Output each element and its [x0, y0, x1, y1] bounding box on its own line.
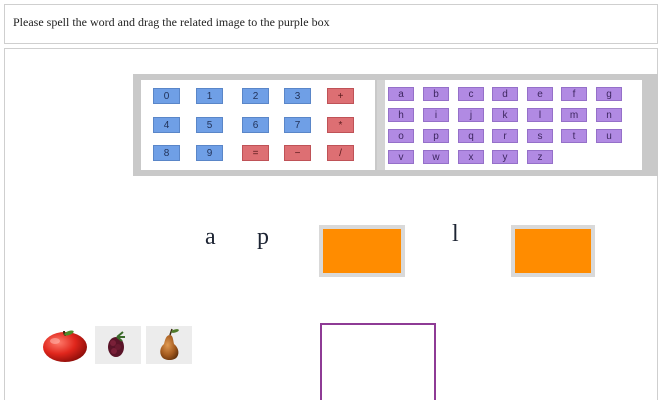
key-minus[interactable]: −: [284, 145, 311, 161]
key-multiply[interactable]: *: [327, 117, 354, 133]
key-e[interactable]: e: [527, 87, 553, 101]
instruction-text: Please spell the word and drag the relat…: [13, 15, 330, 29]
key-8[interactable]: 8: [153, 145, 180, 161]
letter-keypad: a b c d e f g h i j k l m n o p q r s t …: [377, 80, 642, 170]
key-l[interactable]: l: [527, 108, 553, 122]
key-y[interactable]: y: [492, 150, 518, 164]
key-2[interactable]: 2: [242, 88, 269, 104]
key-p[interactable]: p: [423, 129, 449, 143]
key-plus[interactable]: +: [327, 88, 354, 104]
word-letter-1: a: [205, 224, 216, 250]
key-c[interactable]: c: [458, 87, 484, 101]
key-7[interactable]: 7: [284, 117, 311, 133]
key-b[interactable]: b: [423, 87, 449, 101]
key-1[interactable]: 1: [196, 88, 223, 104]
letter-drop-slot-1[interactable]: [319, 225, 405, 277]
key-t[interactable]: t: [561, 129, 587, 143]
key-n[interactable]: n: [596, 108, 622, 122]
key-equals[interactable]: =: [242, 145, 269, 161]
image-drop-box[interactable]: [320, 323, 436, 400]
key-q[interactable]: q: [458, 129, 484, 143]
key-4[interactable]: 4: [153, 117, 180, 133]
apple-image[interactable]: [40, 326, 90, 364]
blackberry-icon: [108, 331, 125, 357]
key-9[interactable]: 9: [196, 145, 223, 161]
key-w[interactable]: w: [423, 150, 449, 164]
key-u[interactable]: u: [596, 129, 622, 143]
blackberry-image[interactable]: [95, 326, 141, 364]
key-j[interactable]: j: [458, 108, 484, 122]
key-r[interactable]: r: [492, 129, 518, 143]
apple-icon: [43, 330, 87, 362]
key-m[interactable]: m: [561, 108, 587, 122]
key-a[interactable]: a: [388, 87, 414, 101]
key-d[interactable]: d: [492, 87, 518, 101]
key-s[interactable]: s: [527, 129, 553, 143]
keypad: 0 1 2 3 + 4 5 6 7 * 8 9 = − / a b c d e …: [133, 74, 658, 176]
pear-icon: [160, 328, 179, 360]
key-6[interactable]: 6: [242, 117, 269, 133]
key-0[interactable]: 0: [153, 88, 180, 104]
key-v[interactable]: v: [388, 150, 414, 164]
key-o[interactable]: o: [388, 129, 414, 143]
key-x[interactable]: x: [458, 150, 484, 164]
word-letter-3: l: [452, 221, 459, 247]
key-k[interactable]: k: [492, 108, 518, 122]
key-h[interactable]: h: [388, 108, 414, 122]
key-g[interactable]: g: [596, 87, 622, 101]
key-z[interactable]: z: [527, 150, 553, 164]
letter-drop-slot-2[interactable]: [511, 225, 595, 277]
key-i[interactable]: i: [423, 108, 449, 122]
key-f[interactable]: f: [561, 87, 587, 101]
number-keypad: 0 1 2 3 + 4 5 6 7 * 8 9 = − /: [141, 80, 375, 170]
key-3[interactable]: 3: [284, 88, 311, 104]
instruction-panel: Please spell the word and drag the relat…: [4, 4, 658, 44]
word-letter-2: p: [257, 224, 269, 250]
key-5[interactable]: 5: [196, 117, 223, 133]
key-divide[interactable]: /: [327, 145, 354, 161]
pear-image[interactable]: [146, 326, 192, 364]
spelling-activity-page: Please spell the word and drag the relat…: [0, 0, 662, 400]
